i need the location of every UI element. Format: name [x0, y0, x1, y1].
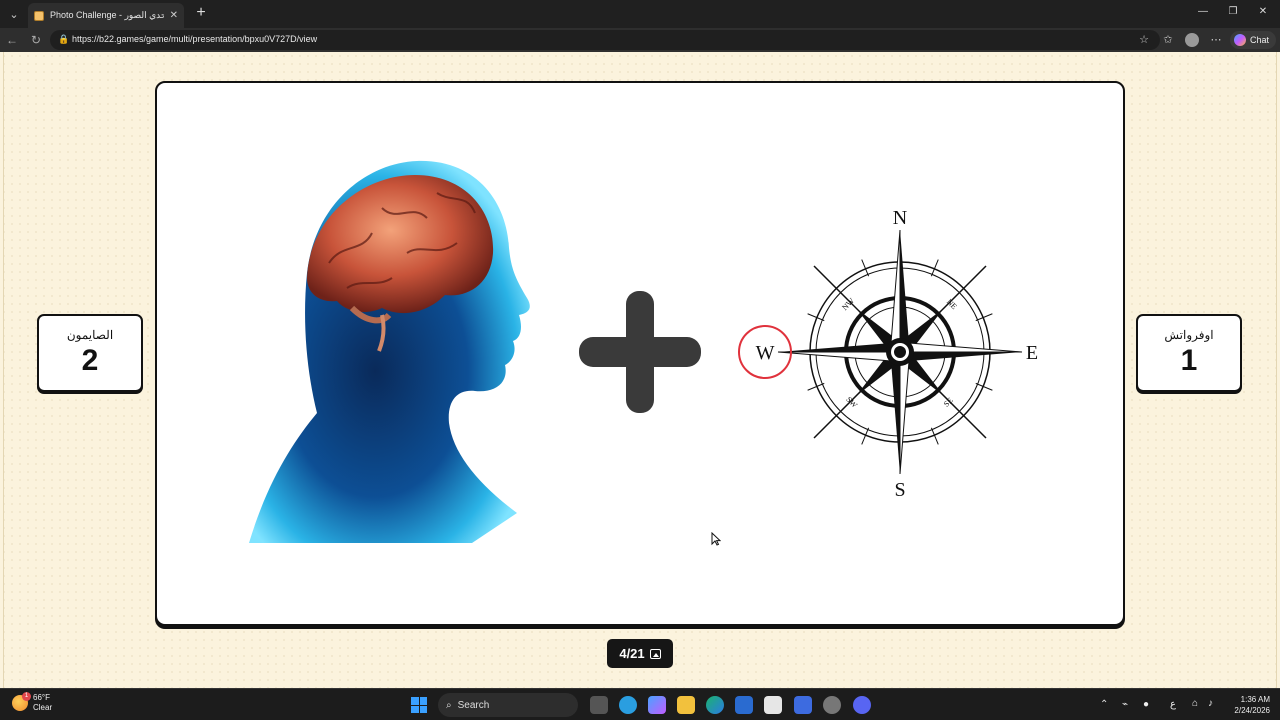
weather-condition: Clear [33, 703, 53, 712]
copilot-icon [1234, 34, 1246, 46]
task-view-icon[interactable] [590, 696, 608, 714]
site-info-icon[interactable]: 🔒 [58, 34, 69, 46]
tab-title: Photo Challenge - لعبة تحدي الصور [50, 10, 164, 20]
counter-text: 4/21 [619, 646, 645, 661]
app-icon[interactable] [794, 696, 812, 714]
url-text[interactable]: https://b22.games/game/multi/presentatio… [72, 34, 317, 44]
compass-rose-illustration: N S E W NW NE SW SE [738, 207, 1038, 501]
edge-browser-icon[interactable] [706, 696, 724, 714]
compass-nw-label: NW [840, 296, 856, 312]
taskbar-search-box[interactable]: ⌕ Search [438, 693, 578, 717]
compass-ne-label: NE [945, 297, 959, 311]
puzzle-image: N S E W NW NE SW SE [249, 160, 1038, 543]
copilot-chat-button[interactable]: Chat [1230, 31, 1276, 49]
browser-tab-bar: ⌄ Photo Challenge - لعبة تحدي الصور ✕ + … [0, 0, 1280, 28]
weather-sun-icon: 1 [12, 692, 31, 711]
compass-s-label: S [894, 479, 905, 501]
back-arrow-icon[interactable]: ← [4, 32, 20, 48]
active-tab[interactable]: Photo Challenge - لعبة تحدي الصور ✕ [28, 3, 184, 28]
right-player-name: اوفرواتش [1164, 328, 1214, 342]
volume-icon[interactable]: ♪ [1208, 698, 1213, 709]
puzzle-card: N S E W NW NE SW SE [155, 81, 1125, 626]
wifi-icon[interactable]: ⌂ [1192, 698, 1198, 709]
url-field[interactable]: 🔒 https://b22.games/game/multi/presentat… [50, 30, 1160, 50]
right-player-score-card: اوفرواتش 1 [1136, 314, 1242, 392]
left-player-score-card: الصايمون 2 [37, 314, 143, 392]
file-explorer-icon[interactable] [677, 696, 695, 714]
tray-chevron-icon[interactable]: ⌃ [1100, 699, 1108, 710]
compass-se-label: SE [942, 396, 955, 409]
store-icon[interactable] [764, 696, 782, 714]
image-icon [649, 648, 661, 659]
mic-icon[interactable]: ● [1143, 699, 1149, 710]
compass-n-label: N [893, 207, 907, 229]
left-player-score: 2 [81, 344, 99, 377]
right-player-score: 1 [1180, 344, 1198, 377]
favorite-star-icon[interactable]: ☆ [1136, 32, 1152, 48]
compass-sw-label: SW [844, 395, 859, 410]
temperature: 66°F [33, 693, 50, 702]
language-indicator[interactable]: ع [1170, 699, 1176, 710]
address-toolbar: ← ↻ 🔒 https://b22.games/game/multi/prese… [0, 28, 1280, 52]
weather-badge: 1 [22, 692, 31, 701]
reload-icon[interactable]: ↻ [28, 32, 44, 48]
new-tab-plus-icon[interactable]: + [192, 4, 210, 22]
search-label: Search [457, 699, 490, 711]
left-player-name: الصايمون [66, 328, 114, 342]
more-menu-icon[interactable]: ⋯ [1208, 32, 1224, 48]
weather-widget[interactable]: 1 66°F Clear [12, 692, 53, 713]
chat-label: Chat [1250, 35, 1270, 45]
clock-time: 1:36 AM [1240, 695, 1270, 704]
favorites-list-icon[interactable]: ✩ [1160, 32, 1176, 48]
discord-icon[interactable] [853, 696, 871, 714]
clock-date: 2/24/2026 [1234, 706, 1270, 715]
tab-favicon-icon [34, 10, 44, 21]
system-clock[interactable]: 1:36 AM 2/24/2026 [1226, 694, 1270, 716]
minimize-icon[interactable]: — [1196, 6, 1210, 17]
window-close-icon[interactable]: ✕ [1256, 6, 1270, 17]
chrome-icon[interactable] [823, 696, 841, 714]
compass-e-label: E [1026, 342, 1038, 364]
telegram-icon[interactable] [619, 696, 637, 714]
game-page: N S E W NW NE SW SE الصايمون 2 اوفرواتش … [0, 52, 1280, 688]
head-brain-illustration [249, 160, 530, 543]
tab-close-icon[interactable]: ✕ [170, 10, 178, 21]
plus-sign-icon [579, 291, 701, 413]
network-icon[interactable]: ⌁ [1122, 699, 1128, 710]
restore-icon[interactable]: ❐ [1226, 6, 1240, 17]
mouse-cursor-icon [711, 532, 721, 546]
profile-avatar[interactable] [1185, 33, 1199, 47]
copilot-app-icon[interactable] [648, 696, 666, 714]
compass-w-label: W [756, 342, 775, 364]
windows-taskbar: 1 66°F Clear ⌕ Search ⌃ ⌁ ● ع ⌂ ♪ 1:36 A… [0, 688, 1280, 720]
search-icon: ⌕ [446, 699, 452, 711]
start-windows-icon[interactable] [411, 697, 427, 713]
outlook-icon[interactable] [735, 696, 753, 714]
question-counter[interactable]: 4/21 [607, 639, 673, 668]
tab-list-chevron-icon[interactable]: ⌄ [4, 4, 24, 24]
